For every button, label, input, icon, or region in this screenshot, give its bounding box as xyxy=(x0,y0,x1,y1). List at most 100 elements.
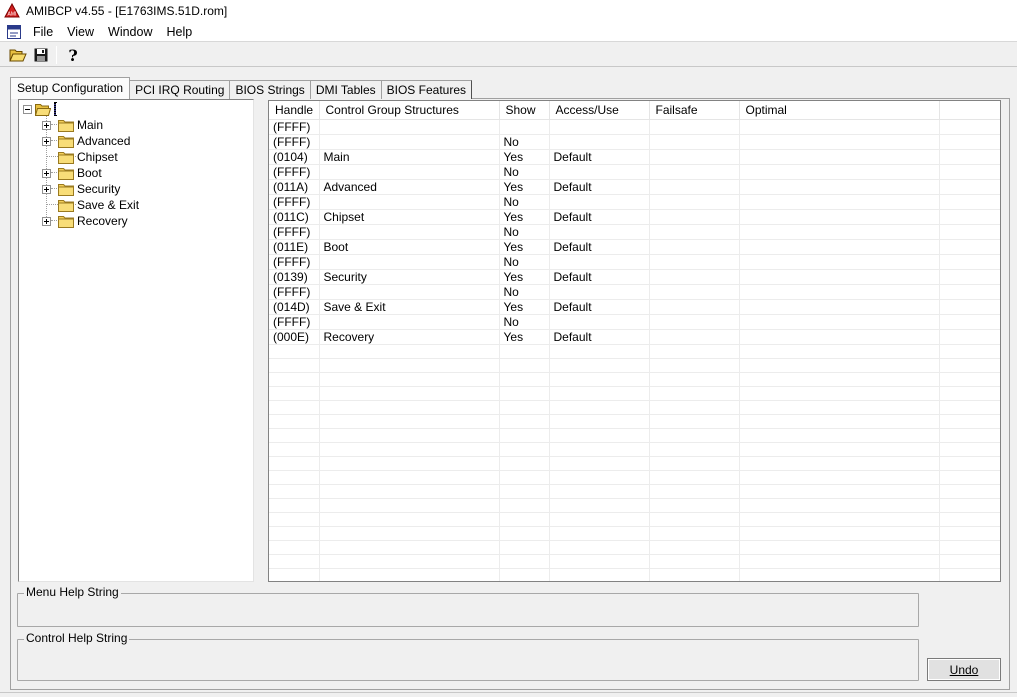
table-cell[interactable]: Chipset xyxy=(319,209,500,225)
table-cell[interactable] xyxy=(649,400,740,415)
table-cell[interactable] xyxy=(739,314,940,330)
tree-node-chipset[interactable]: Chipset xyxy=(58,149,118,165)
table-cell[interactable] xyxy=(739,179,940,195)
table-cell[interactable]: Boot xyxy=(319,239,500,255)
table-cell[interactable] xyxy=(739,400,940,415)
table-cell[interactable] xyxy=(269,540,320,555)
table-cell[interactable] xyxy=(269,568,320,581)
table-cell[interactable]: (FFFF) xyxy=(269,134,320,150)
table-row[interactable]: (0139) Security Yes Default xyxy=(269,269,1000,285)
table-cell[interactable]: (FFFF) xyxy=(269,194,320,210)
tree-node-boot[interactable]: Boot xyxy=(42,165,102,181)
table-cell[interactable] xyxy=(649,164,740,180)
table-cell[interactable] xyxy=(939,254,1000,270)
menu-view[interactable]: View xyxy=(60,22,101,42)
table-cell[interactable] xyxy=(649,386,740,401)
table-cell[interactable] xyxy=(319,358,500,373)
table-cell[interactable] xyxy=(649,568,740,581)
table-cell[interactable] xyxy=(549,194,650,210)
table-cell[interactable]: (014D) xyxy=(269,299,320,315)
table-cell[interactable] xyxy=(499,344,550,359)
table-cell[interactable]: Default xyxy=(549,299,650,315)
tree-node-save-exit[interactable]: Save & Exit xyxy=(58,197,139,213)
table-cell[interactable]: (011C) xyxy=(269,209,320,225)
table-cell[interactable] xyxy=(269,456,320,471)
table-cell[interactable] xyxy=(319,568,500,581)
collapse-icon[interactable] xyxy=(23,104,32,114)
table-cell[interactable]: Main xyxy=(319,149,500,165)
table-cell[interactable] xyxy=(739,456,940,471)
table-cell[interactable] xyxy=(319,134,500,150)
table-cell[interactable] xyxy=(269,484,320,499)
table-cell[interactable] xyxy=(939,470,1000,485)
table-row[interactable]: (011E) Boot Yes Default xyxy=(269,239,1000,255)
table-row[interactable] xyxy=(269,568,1000,581)
table-cell[interactable] xyxy=(939,372,1000,387)
table-cell[interactable] xyxy=(649,314,740,330)
table-row[interactable] xyxy=(269,400,1000,415)
table-cell[interactable]: No xyxy=(499,314,550,330)
table-cell[interactable] xyxy=(549,134,650,150)
table-cell[interactable] xyxy=(739,224,940,240)
table-cell[interactable]: (FFFF) xyxy=(269,284,320,300)
table-cell[interactable]: (FFFF) xyxy=(269,224,320,240)
table-cell[interactable] xyxy=(649,119,740,135)
tab-bios-strings[interactable]: BIOS Strings xyxy=(229,80,311,99)
table-cell[interactable] xyxy=(739,194,940,210)
expand-icon[interactable] xyxy=(42,168,51,178)
table-cell[interactable] xyxy=(319,512,500,527)
table-cell[interactable]: Security xyxy=(319,269,500,285)
table-cell[interactable]: Yes xyxy=(499,299,550,315)
table-cell[interactable] xyxy=(269,386,320,401)
expand-icon[interactable] xyxy=(42,136,51,146)
table-cell[interactable] xyxy=(499,386,550,401)
table-cell[interactable]: (011A) xyxy=(269,179,320,195)
table-cell[interactable] xyxy=(319,344,500,359)
table-cell[interactable] xyxy=(319,498,500,513)
table-cell[interactable] xyxy=(549,568,650,581)
table-cell[interactable] xyxy=(549,526,650,541)
table-cell[interactable] xyxy=(939,284,1000,300)
table-cell[interactable] xyxy=(649,239,740,255)
table-cell[interactable] xyxy=(549,484,650,499)
table-row[interactable]: (014D) Save & Exit Yes Default xyxy=(269,299,1000,315)
table-cell[interactable]: (FFFF) xyxy=(269,164,320,180)
table-cell[interactable] xyxy=(739,119,940,135)
tree-root[interactable] xyxy=(23,101,56,117)
table-cell[interactable] xyxy=(739,526,940,541)
table-cell[interactable] xyxy=(549,498,650,513)
table-cell[interactable] xyxy=(739,554,940,569)
table-cell[interactable] xyxy=(939,179,1000,195)
table-cell[interactable] xyxy=(649,299,740,315)
table-cell[interactable] xyxy=(649,554,740,569)
table-cell[interactable] xyxy=(649,456,740,471)
table-cell[interactable] xyxy=(319,456,500,471)
table-cell[interactable] xyxy=(549,358,650,373)
table-cell[interactable] xyxy=(649,428,740,443)
table-cell[interactable] xyxy=(739,329,940,345)
table-cell[interactable] xyxy=(739,484,940,499)
table-row[interactable]: (011A) Advanced Yes Default xyxy=(269,179,1000,195)
table-cell[interactable]: Advanced xyxy=(319,179,500,195)
table-cell[interactable] xyxy=(649,149,740,165)
table-cell[interactable] xyxy=(499,568,550,581)
table-cell[interactable] xyxy=(319,484,500,499)
table-cell[interactable] xyxy=(939,329,1000,345)
table-cell[interactable] xyxy=(739,284,940,300)
table-cell[interactable]: Yes xyxy=(499,209,550,225)
undo-button[interactable]: Undo xyxy=(927,658,1001,681)
table-cell[interactable] xyxy=(939,358,1000,373)
table-cell[interactable] xyxy=(739,540,940,555)
table-row[interactable]: (000E) Recovery Yes Default xyxy=(269,329,1000,345)
table-cell[interactable] xyxy=(649,329,740,345)
table-cell[interactable] xyxy=(549,344,650,359)
table-cell[interactable] xyxy=(269,442,320,457)
table-row[interactable] xyxy=(269,456,1000,471)
table-cell[interactable] xyxy=(939,442,1000,457)
table-cell[interactable] xyxy=(499,442,550,457)
table-row[interactable] xyxy=(269,470,1000,485)
table-cell[interactable] xyxy=(499,498,550,513)
table-cell[interactable] xyxy=(649,442,740,457)
table-cell[interactable]: (FFFF) xyxy=(269,314,320,330)
table-cell[interactable] xyxy=(939,119,1000,135)
